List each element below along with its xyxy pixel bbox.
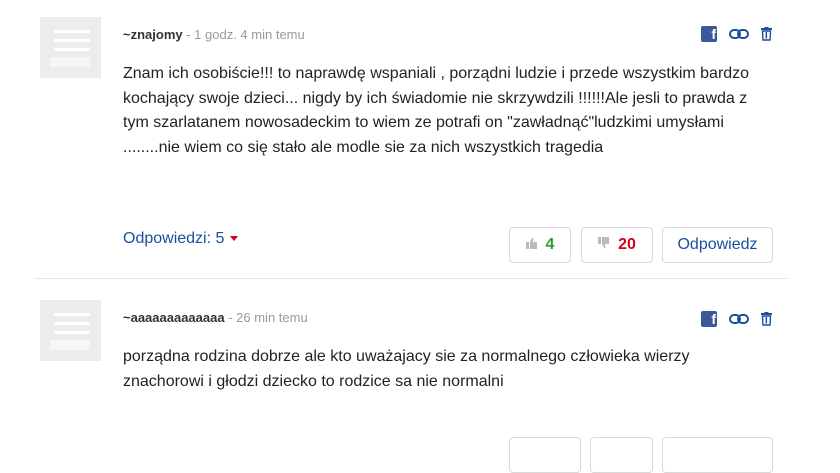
comment-body: Znam ich osobiście!!! to naprawdę wspani… xyxy=(123,65,750,156)
replies-toggle[interactable]: Odpowiedzi: 5 xyxy=(123,230,239,248)
downvote-count: 20 xyxy=(618,236,636,253)
downvote-button[interactable] xyxy=(590,437,653,473)
reply-button[interactable] xyxy=(662,437,773,473)
link-icon[interactable] xyxy=(729,313,749,325)
facebook-icon[interactable]: f xyxy=(701,26,717,42)
upvote-button[interactable]: 4 xyxy=(509,227,571,263)
reply-button[interactable]: Odpowiedz xyxy=(662,227,773,263)
comment-time: - 1 godz. 4 min temu xyxy=(186,27,305,42)
comment-author[interactable]: ~znajomy xyxy=(123,27,183,42)
upvote-count: 4 xyxy=(545,236,555,253)
comment-item: ~aaaaaaaaaaaaa - 26 min temu f porządna … xyxy=(0,278,840,473)
avatar xyxy=(40,300,101,361)
replies-label: Odpowiedzi: 5 xyxy=(123,230,225,247)
reply-button-label: Odpowiedz xyxy=(677,236,758,253)
comment-item: ~znajomy - 1 godz. 4 min temu f Znam ich… xyxy=(0,0,840,278)
trash-icon[interactable] xyxy=(761,312,772,326)
comment-actions: f xyxy=(701,311,772,327)
comment-time: - 26 min temu xyxy=(228,310,308,325)
link-icon[interactable] xyxy=(729,28,749,40)
downvote-button[interactable]: 20 xyxy=(581,227,653,263)
caret-down-icon xyxy=(230,236,239,242)
trash-icon[interactable] xyxy=(761,27,772,41)
avatar xyxy=(40,17,101,78)
thumb-up-icon xyxy=(525,236,538,254)
comment-author[interactable]: ~aaaaaaaaaaaaa xyxy=(123,310,225,325)
comment-meta: ~aaaaaaaaaaaaa - 26 min temu xyxy=(123,310,308,325)
comment-meta: ~znajomy - 1 godz. 4 min temu xyxy=(123,27,305,42)
facebook-icon[interactable]: f xyxy=(701,311,717,327)
upvote-button[interactable] xyxy=(509,437,581,473)
comment-actions: f xyxy=(701,26,772,42)
thumb-down-icon xyxy=(598,236,610,254)
comment-body: porządna rodzina dobrze ale kto uważajac… xyxy=(123,348,690,390)
